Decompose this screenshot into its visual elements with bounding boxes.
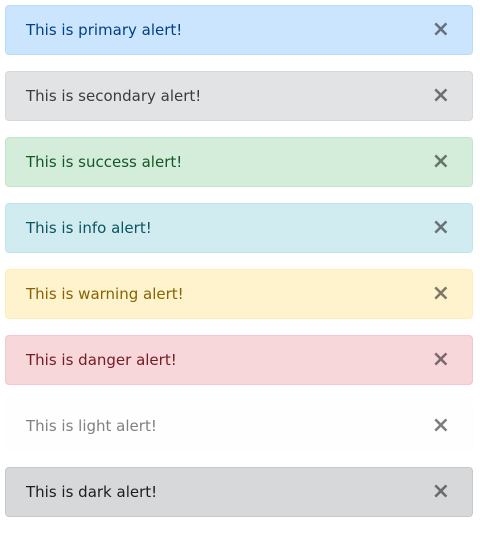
close-icon[interactable]: × <box>432 19 450 41</box>
alert-text: This is danger alert! <box>26 351 177 369</box>
alert-primary: This is primary alert! × <box>5 5 473 55</box>
close-icon[interactable]: × <box>432 283 450 305</box>
alert-danger: This is danger alert! × <box>5 335 473 385</box>
close-icon[interactable]: × <box>432 85 450 107</box>
alert-text: This is success alert! <box>26 153 183 171</box>
close-icon[interactable]: × <box>432 217 450 239</box>
alert-text: This is info alert! <box>26 219 152 237</box>
alert-secondary: This is secondary alert! × <box>5 71 473 121</box>
alert-info: This is info alert! × <box>5 203 473 253</box>
close-icon[interactable]: × <box>432 349 450 371</box>
close-icon[interactable]: × <box>432 481 450 503</box>
alert-dark: This is dark alert! × <box>5 467 473 517</box>
alert-text: This is dark alert! <box>26 483 158 501</box>
alert-text: This is secondary alert! <box>26 87 202 105</box>
alert-text: This is primary alert! <box>26 21 183 39</box>
alert-text: This is light alert! <box>26 417 157 435</box>
alert-text: This is warning alert! <box>26 285 184 303</box>
alert-light: This is light alert! × <box>5 401 473 451</box>
close-icon[interactable]: × <box>432 415 450 437</box>
alert-warning: This is warning alert! × <box>5 269 473 319</box>
alert-success: This is success alert! × <box>5 137 473 187</box>
alert-list: This is primary alert! × This is secondary… <box>5 5 473 533</box>
close-icon[interactable]: × <box>432 151 450 173</box>
